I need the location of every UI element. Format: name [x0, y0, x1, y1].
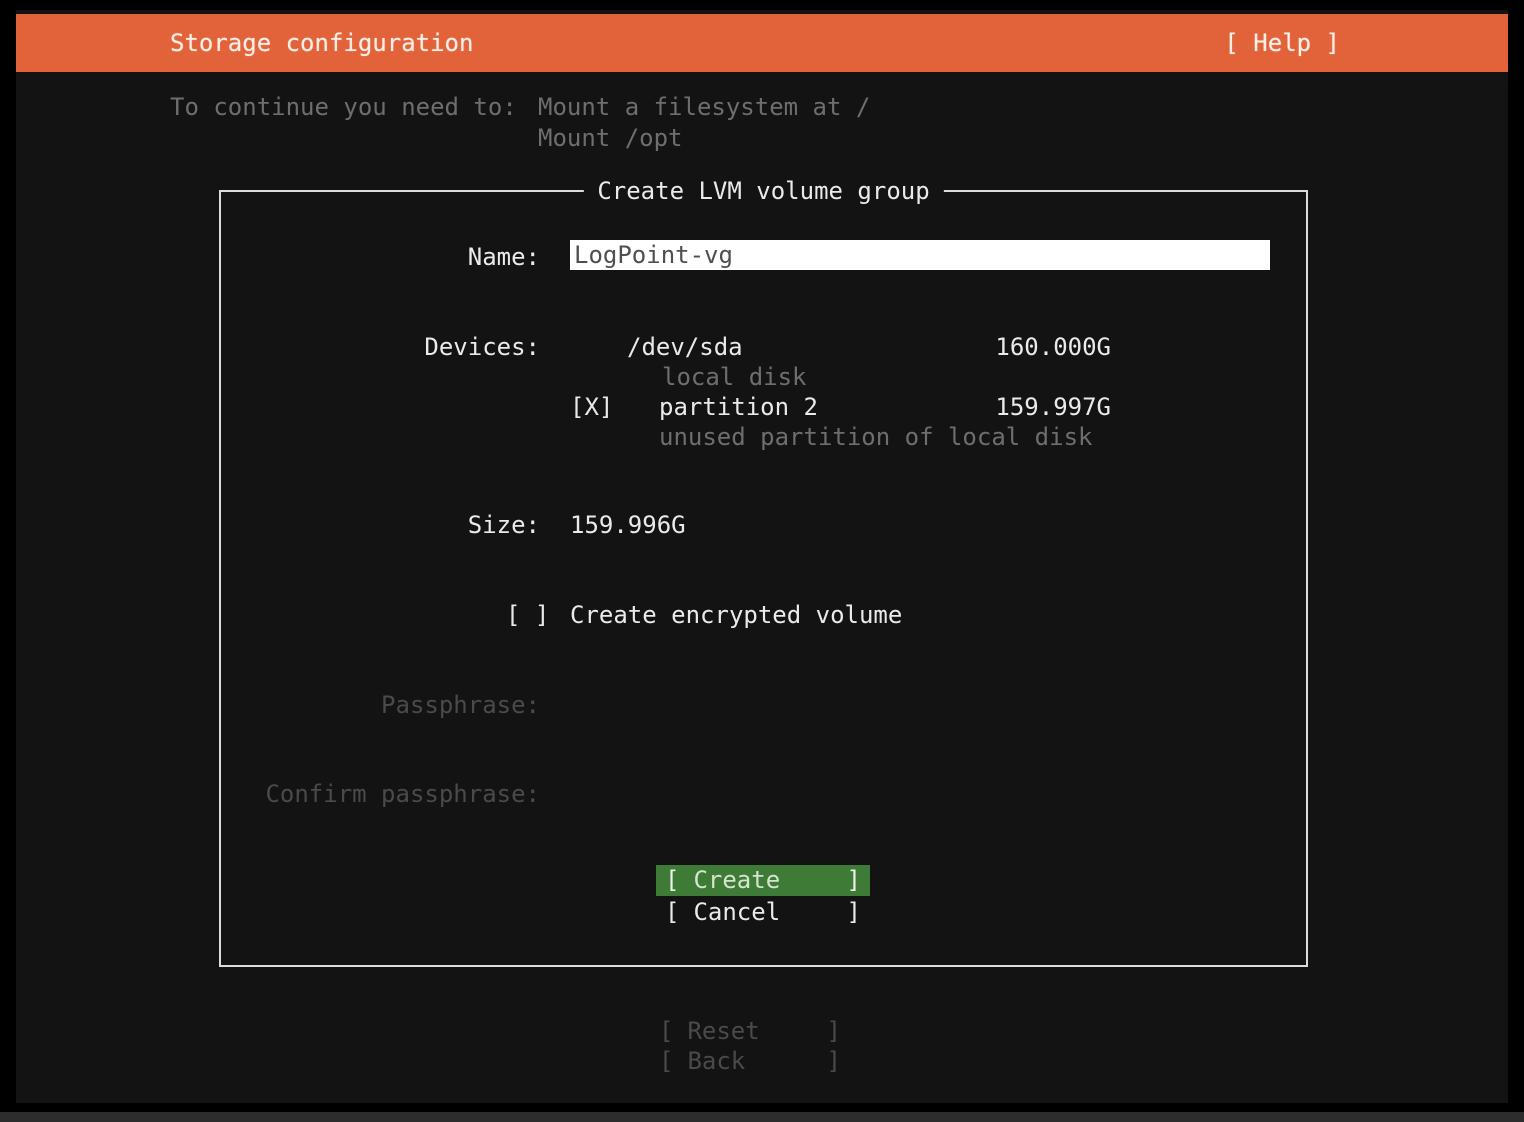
cancel-bracket-right: ] [847, 897, 861, 928]
notice-requirement-1: Mount a filesystem at / [538, 92, 870, 123]
name-label: Name: [221, 242, 540, 272]
screen-bottom-strip [0, 1112, 1524, 1122]
installer-screen: Storage configuration [ Help ] To contin… [0, 0, 1524, 1122]
notice-requirement-2: Mount /opt [538, 123, 870, 154]
notice-requirements: Mount a filesystem at / Mount /opt [538, 92, 870, 154]
cancel-bracket-left: [ [665, 897, 679, 928]
reset-bracket-left: [ [659, 1016, 673, 1046]
reset-button-label: Reset [687, 1016, 759, 1046]
reset-bracket-right: ] [827, 1016, 841, 1046]
create-lvm-dialog: Create LVM volume group Name: Devices: /… [219, 190, 1308, 967]
create-button[interactable]: [ Create ] [656, 865, 870, 896]
reset-button[interactable]: [ Reset ] [650, 1016, 850, 1046]
devices-label: Devices: [221, 332, 540, 362]
back-button-label: Back [687, 1046, 745, 1076]
device-disk-name: /dev/sda [627, 332, 743, 362]
help-button[interactable]: [ Help ] [1224, 14, 1340, 72]
partition-checkbox[interactable]: [X] [570, 392, 613, 422]
create-button-label: Create [693, 865, 780, 896]
back-button[interactable]: [ Back ] [650, 1046, 850, 1076]
device-partition-note: unused partition of local disk [659, 422, 1092, 452]
dialog-title: Create LVM volume group [583, 176, 943, 206]
device-disk-note: local disk [662, 362, 807, 392]
device-partition-name[interactable]: partition 2 [659, 392, 818, 422]
encrypt-label[interactable]: Create encrypted volume [570, 600, 902, 630]
passphrase-label: Passphrase: [221, 690, 540, 720]
notice-prefix: To continue you need to: [170, 92, 517, 123]
create-bracket-right: ] [847, 865, 861, 896]
create-bracket-left: [ [665, 865, 679, 896]
vg-name-input[interactable] [570, 240, 1270, 270]
size-label: Size: [221, 510, 540, 540]
back-bracket-left: [ [659, 1046, 673, 1076]
cancel-button-label: Cancel [693, 897, 780, 928]
encrypt-checkbox[interactable]: [ ] [506, 600, 549, 630]
size-value: 159.996G [570, 510, 686, 540]
device-disk-size: 160.000G [995, 332, 1111, 362]
terminal-area: Storage configuration [ Help ] To contin… [16, 10, 1508, 1103]
page-title: Storage configuration [170, 14, 473, 72]
confirm-passphrase-label: Confirm passphrase: [221, 779, 540, 809]
back-bracket-right: ] [827, 1046, 841, 1076]
header-bar: Storage configuration [ Help ] [16, 14, 1508, 72]
device-partition-size: 159.997G [995, 392, 1111, 422]
cancel-button[interactable]: [ Cancel ] [656, 897, 870, 928]
